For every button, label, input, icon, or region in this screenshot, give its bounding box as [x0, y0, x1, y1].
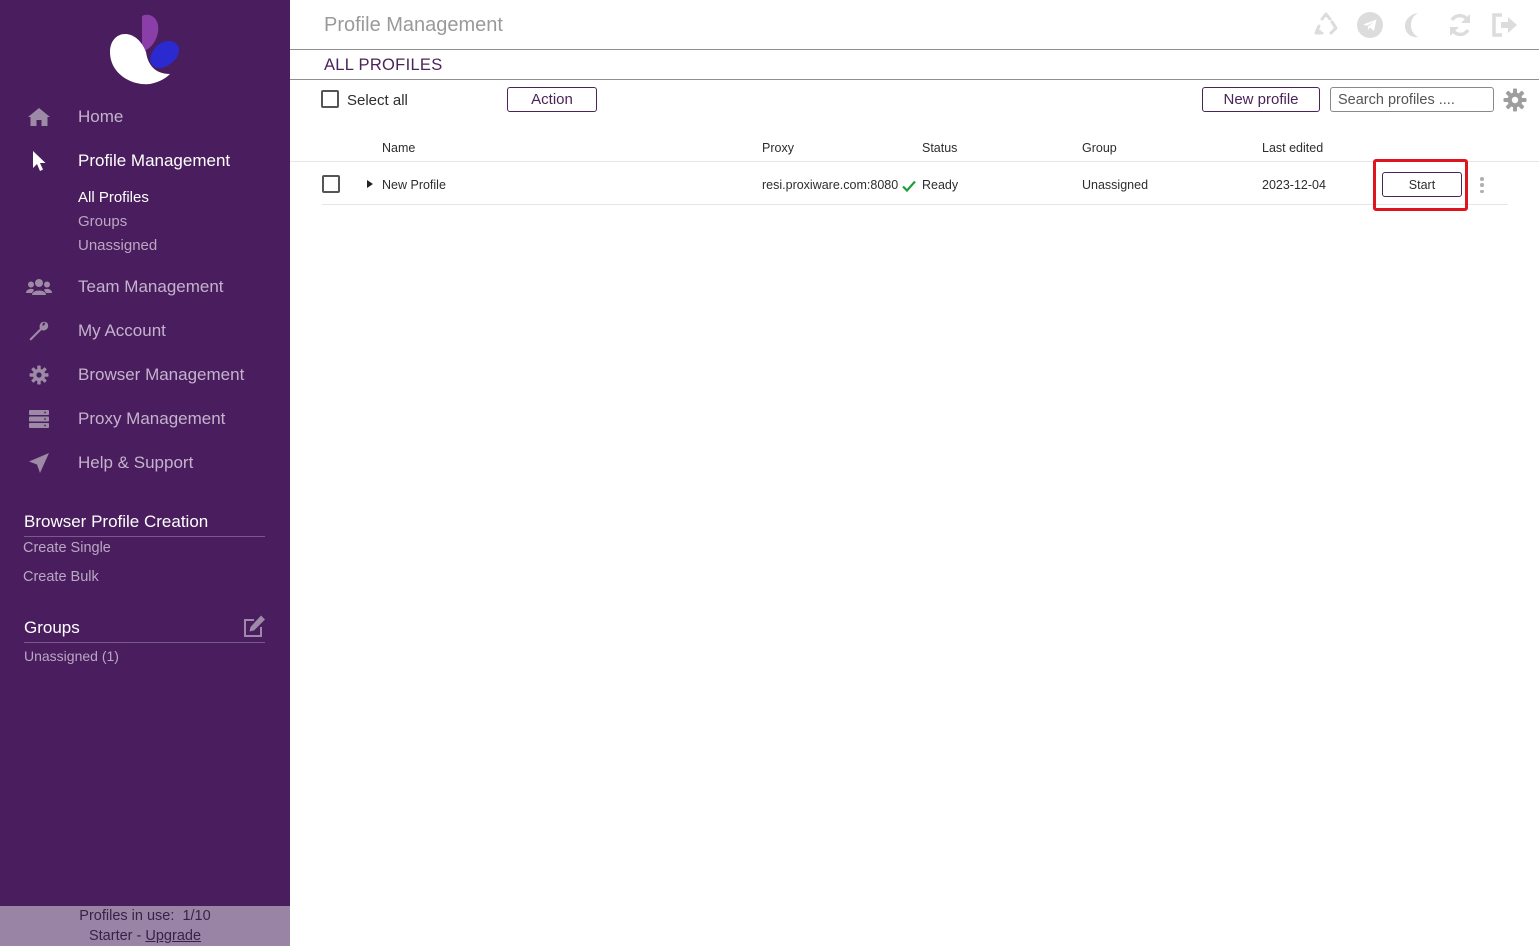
- section-header: ALL PROFILES: [290, 50, 1539, 80]
- new-profile-button[interactable]: New profile: [1202, 87, 1320, 112]
- section-title: ALL PROFILES: [324, 56, 443, 74]
- header-divider: [290, 161, 1539, 162]
- nav-proxy-management[interactable]: Proxy Management: [0, 401, 290, 437]
- group-unassigned-link[interactable]: Unassigned (1): [24, 648, 119, 664]
- column-header-group[interactable]: Group: [1082, 141, 1117, 155]
- upgrade-link[interactable]: Upgrade: [145, 928, 201, 944]
- users-icon: [26, 275, 52, 299]
- table-settings-icon[interactable]: [1503, 88, 1527, 112]
- nav-my-account[interactable]: My Account: [0, 313, 290, 349]
- profile-group: Unassigned: [1082, 178, 1149, 192]
- subnav-unassigned[interactable]: Unassigned: [78, 237, 157, 254]
- recycle-icon[interactable]: [1312, 11, 1340, 39]
- nav-team-management[interactable]: Team Management: [0, 269, 290, 305]
- nav-profile-management-label: Profile Management: [78, 151, 231, 170]
- plan-separator: -: [132, 928, 146, 944]
- nav-browser-management[interactable]: Browser Management: [0, 357, 290, 393]
- profile-last-edited: 2023-12-04: [1262, 178, 1326, 192]
- row-divider: [322, 204, 1508, 205]
- nav-home-label: Home: [78, 107, 124, 126]
- more-options-icon[interactable]: [1476, 175, 1488, 195]
- column-header-name[interactable]: Name: [382, 141, 415, 155]
- server-icon: [26, 407, 52, 431]
- profile-proxy: resi.proxiware.com:8080: [762, 178, 916, 192]
- profile-creation-heading: Browser Profile Creation: [24, 512, 265, 537]
- search-profiles-input[interactable]: [1330, 87, 1494, 112]
- nav-my-account-label: My Account: [78, 321, 166, 340]
- nav-browser-management-label: Browser Management: [78, 365, 245, 384]
- profile-proxy-value: resi.proxiware.com:8080: [762, 178, 899, 192]
- sidebar: Home Profile Management All Profiles Gro…: [0, 0, 290, 946]
- column-header-proxy[interactable]: Proxy: [762, 141, 794, 155]
- nav-help-support-label: Help & Support: [78, 453, 194, 472]
- action-button[interactable]: Action: [507, 87, 597, 112]
- nav-home[interactable]: Home: [0, 99, 290, 135]
- usage-footer: Profiles in use: 1/10 Starter - Upgrade: [0, 906, 290, 946]
- select-all-checkbox[interactable]: [321, 90, 339, 108]
- expand-caret-icon[interactable]: [367, 180, 373, 188]
- top-bar: Profile Management: [290, 0, 1539, 50]
- page-title: Profile Management: [324, 14, 503, 36]
- wrench-icon: [26, 319, 52, 343]
- nav-team-management-label: Team Management: [78, 277, 224, 296]
- edit-groups-icon[interactable]: [241, 614, 267, 638]
- nav-help-support[interactable]: Help & Support: [0, 445, 290, 481]
- refresh-icon[interactable]: [1446, 11, 1474, 39]
- subnav-all-profiles[interactable]: All Profiles: [78, 189, 149, 206]
- nav-profile-management[interactable]: Profile Management: [0, 143, 290, 179]
- profiles-usage-value: 1/10: [182, 908, 211, 924]
- create-bulk-link[interactable]: Create Bulk: [23, 569, 99, 585]
- profiles-usage: Profiles in use: 1/10: [0, 906, 290, 926]
- profiles-usage-label: Profiles in use:: [79, 908, 175, 924]
- proxy-ok-check-icon: [902, 180, 916, 192]
- column-header-last-edited[interactable]: Last edited: [1262, 141, 1323, 155]
- start-profile-button[interactable]: Start: [1382, 172, 1462, 197]
- create-single-link[interactable]: Create Single: [23, 540, 111, 556]
- paper-plane-icon: [26, 451, 52, 475]
- column-header-status[interactable]: Status: [922, 141, 957, 155]
- plan-info: Starter - Upgrade: [0, 926, 290, 946]
- subnav-groups[interactable]: Groups: [78, 213, 127, 230]
- logout-icon[interactable]: [1491, 11, 1519, 39]
- telegram-icon[interactable]: [1356, 11, 1384, 39]
- groups-heading: Groups: [24, 618, 265, 643]
- app-logo: [110, 14, 179, 85]
- nav-proxy-management-label: Proxy Management: [78, 409, 226, 428]
- select-all-label[interactable]: Select all: [347, 92, 408, 109]
- pointer-icon: [26, 149, 52, 173]
- gear-icon: [26, 363, 52, 387]
- plan-name: Starter: [88, 928, 133, 944]
- row-checkbox[interactable]: [322, 175, 340, 193]
- main-content: Profile Management ALL PROFILES Select a…: [290, 0, 1539, 946]
- moon-icon[interactable]: [1401, 11, 1429, 39]
- profile-name[interactable]: New Profile: [382, 178, 446, 192]
- profile-status: Ready: [922, 178, 959, 192]
- home-icon: [26, 105, 52, 129]
